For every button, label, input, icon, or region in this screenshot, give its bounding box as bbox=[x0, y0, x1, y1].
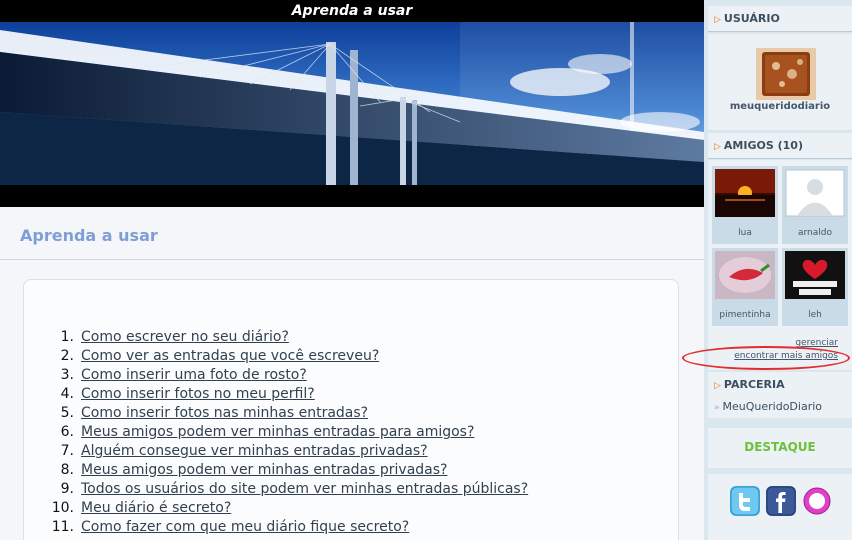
faq-link[interactable]: Como inserir fotos nas minhas entradas? bbox=[81, 405, 368, 421]
faq-item: 7. Alguém consegue ver minhas entradas pr… bbox=[48, 442, 528, 461]
faq-link[interactable]: Como inserir uma foto de rosto? bbox=[81, 367, 307, 383]
triangle-icon: ▷ bbox=[714, 381, 721, 391]
faq-item: 2. Como ver as entradas que você escreveu… bbox=[48, 347, 528, 366]
page-title-bar: Aprenda a usar bbox=[0, 0, 704, 22]
faq-item: 11. Como fazer com que meu diário fique s… bbox=[48, 518, 528, 537]
user-section-title: USUÁRIO bbox=[723, 12, 780, 25]
highlight-panel: DESTAQUE bbox=[708, 428, 852, 468]
user-name[interactable]: meuqueridodiario bbox=[708, 101, 852, 112]
faq-number: 1. bbox=[60, 329, 74, 345]
bridge-banner-image bbox=[0, 22, 704, 185]
partner-link[interactable]: » MeuQueridoDiario bbox=[714, 400, 822, 413]
faq-number: 9. bbox=[60, 481, 74, 497]
friend-card[interactable]: lua bbox=[712, 166, 778, 244]
faq-link[interactable]: Meus amigos podem ver minhas entradas pa… bbox=[81, 424, 474, 440]
highlight-title: DESTAQUE bbox=[744, 440, 816, 454]
friends-section-title: AMIGOS (10) bbox=[723, 139, 803, 152]
faq-number: 6. bbox=[60, 424, 74, 440]
faq-list: 1. Como escrever no seu diário? 2. Como ve… bbox=[48, 328, 528, 537]
faq-number: 7. bbox=[60, 443, 74, 459]
facebook-icon[interactable] bbox=[766, 486, 796, 516]
faq-item: 1. Como escrever no seu diário? bbox=[48, 328, 528, 347]
faq-item: 10. Meu diário é secreto? bbox=[48, 499, 528, 518]
faq-number: 2. bbox=[60, 348, 74, 364]
orkut-icon[interactable] bbox=[802, 486, 832, 516]
faq-link[interactable]: Meus amigos podem ver minhas entradas pr… bbox=[81, 462, 447, 478]
faq-item: 5. Como inserir fotos nas minhas entradas… bbox=[48, 404, 528, 423]
friend-photo bbox=[715, 251, 775, 299]
faq-link[interactable]: Alguém consegue ver minhas entradas priv… bbox=[81, 443, 428, 459]
friend-card[interactable]: pimentinha bbox=[712, 248, 778, 326]
partner-link-label: MeuQueridoDiario bbox=[722, 400, 823, 413]
friend-name: pimentinha bbox=[719, 310, 771, 320]
faq-item: 4. Como inserir fotos no meu perfil? bbox=[48, 385, 528, 404]
faq-number: 8. bbox=[60, 462, 74, 478]
triangle-icon: ▷ bbox=[714, 15, 721, 25]
faq-item: 9. Todos os usuários do site podem ver mi… bbox=[48, 480, 529, 499]
user-avatar[interactable] bbox=[756, 48, 816, 100]
twitter-icon[interactable] bbox=[730, 486, 760, 516]
faq-number: 5. bbox=[60, 405, 74, 421]
social-panel bbox=[708, 474, 852, 540]
sidebar: ▷USUÁRIO meuqueridodiario ▷AMIGOS (10) bbox=[704, 0, 852, 540]
banner-footer-strip bbox=[0, 185, 704, 207]
friends-panel: lua arnaldo pimentinha leh gerenciar enc… bbox=[708, 160, 852, 370]
friends-section-header: ▷ AMIGOS (10) bbox=[708, 133, 852, 159]
partner-section-title: PARCERIA bbox=[723, 378, 785, 391]
friend-photo bbox=[785, 169, 845, 217]
annotation-ellipse bbox=[682, 346, 850, 370]
faq-link[interactable]: Como ver as entradas que você escreveu? bbox=[81, 348, 379, 364]
friend-name: arnaldo bbox=[798, 228, 832, 238]
faq-item: 8. Meus amigos podem ver minhas entradas … bbox=[48, 461, 528, 480]
partner-panel: » MeuQueridoDiario bbox=[708, 396, 852, 418]
user-panel: meuqueridodiario bbox=[708, 34, 852, 130]
friend-card[interactable]: arnaldo bbox=[782, 166, 848, 244]
triangle-icon: ▷ bbox=[714, 142, 721, 152]
user-section-header: ▷ USUÁRIO bbox=[708, 6, 852, 32]
partner-section-header: ▷ PARCERIA bbox=[708, 372, 852, 398]
friend-card[interactable]: leh bbox=[782, 248, 848, 326]
faq-number: 4. bbox=[60, 386, 74, 402]
faq-link[interactable]: Todos os usuários do site podem ver minh… bbox=[81, 481, 528, 497]
friend-name: lua bbox=[738, 228, 752, 238]
friend-photo bbox=[715, 169, 775, 217]
double-chevron-icon: » bbox=[714, 403, 720, 413]
faq-item: 3. Como inserir uma foto de rosto? bbox=[48, 366, 528, 385]
heading-divider bbox=[0, 259, 704, 260]
faq-number: 10. bbox=[51, 500, 74, 516]
friend-name: leh bbox=[808, 310, 822, 320]
page-heading: Aprenda a usar bbox=[20, 226, 158, 245]
faq-link[interactable]: Como fazer com que meu diário fique secr… bbox=[81, 519, 409, 535]
faq-number: 3. bbox=[60, 367, 74, 383]
friend-photo bbox=[785, 251, 845, 299]
faq-item: 6. Meus amigos podem ver minhas entradas … bbox=[48, 423, 528, 442]
faq-link[interactable]: Como escrever no seu diário? bbox=[81, 329, 289, 345]
faq-link[interactable]: Meu diário é secreto? bbox=[81, 500, 231, 516]
faq-link[interactable]: Como inserir fotos no meu perfil? bbox=[81, 386, 315, 402]
faq-number: 11. bbox=[51, 519, 74, 535]
main-column: Aprenda a usar Aprenda a usar 1. Como es… bbox=[0, 0, 704, 540]
